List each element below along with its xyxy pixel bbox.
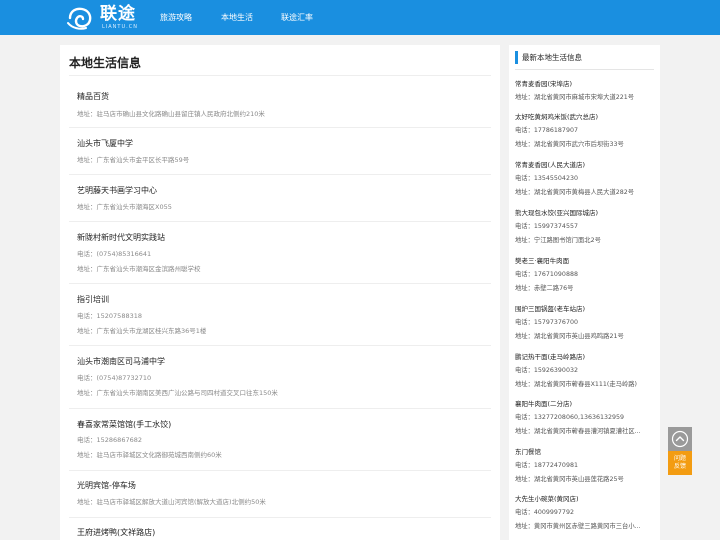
list-item[interactable]: 王府进烤鸭(文祥路店)	[69, 518, 491, 540]
sidebar-divider	[515, 69, 654, 70]
nav-exchange-rate[interactable]: 联途汇率	[281, 0, 313, 35]
sidebar-item-name[interactable]: 常青麦香园(宋埠店)	[515, 78, 572, 88]
sidebar-item-name[interactable]: 东门餐馆	[515, 446, 541, 456]
sidebar-item-phone: 电话：15926390032	[515, 367, 578, 374]
feedback-label-2: 反馈	[673, 463, 686, 470]
sidebar-item-address: 地址：湖北省黄冈市麻城市宋埠大道221号	[515, 94, 635, 101]
item-name[interactable]: 汕头市飞厦中学	[77, 138, 133, 149]
sidebar-item-phone: 电话：4009997792	[515, 509, 574, 516]
feedback-label-1: 问题	[673, 455, 686, 462]
sidebar-item-address: 地址：湖北省黄冈市蕲春县X111(走马岭路)	[515, 381, 637, 388]
sidebar-item-phone: 电话：15997374557	[515, 223, 578, 230]
list-item[interactable]: 汕头市飞厦中学 地址：广东省汕头市金平区长平路59号	[69, 128, 491, 175]
item-name[interactable]: 春喜家常菜馆馆(手工水饺)	[77, 419, 171, 430]
sidebar-item-phone: 电话：18772470981	[515, 462, 578, 469]
sidebar-item-name[interactable]: 鹏记热干面(走马岭路店)	[515, 351, 585, 361]
item-name[interactable]: 王府进烤鸭(文祥路店)	[77, 527, 155, 538]
list-item[interactable]: 新陇村新时代文明实践站 电话：(0754)85316641 地址：广东省汕头市潮…	[69, 222, 491, 284]
sidebar-item-address: 地址：湖北省黄冈市武穴市后坝街33号	[515, 141, 624, 148]
title-divider	[69, 75, 491, 76]
item-phone: 电话：15286867682	[77, 436, 142, 444]
sidebar-item-name[interactable]: 太好吃黄焖鸡米饭(武穴总店)	[515, 111, 598, 121]
page-title: 本地生活信息	[69, 56, 142, 70]
list-item[interactable]: 艺明藤天书画学习中心 地址：广东省汕头市潮海区X055	[69, 175, 491, 222]
list-item[interactable]: 汕头市潮南区司马浦中学 电话：(0754)87732710 地址：广东省汕头市潮…	[69, 346, 491, 409]
list-item[interactable]: 光明宾馆-停车场 地址：驻马店市驿城区解放大道山河宾馆(解放大道店)北侧约50米	[69, 471, 491, 518]
item-name[interactable]: 新陇村新时代文明实践站	[77, 232, 165, 243]
top-nav-bar: 联途 LIANTU.CN 旅游攻略 本地生活 联途汇率	[0, 0, 720, 35]
logo-swirl-icon	[67, 7, 92, 30]
nav-local-life[interactable]: 本地生活	[221, 0, 253, 35]
sidebar-item-name[interactable]: 襄阳牛肉面(二分店)	[515, 398, 572, 408]
list-item[interactable]: 春喜家常菜馆馆(手工水饺) 电话：15286867682 地址：驻马店市驿城区文…	[69, 409, 491, 471]
sidebar-item-phone: 电话：13545504230	[515, 175, 578, 182]
item-address: 地址：广东省汕头市潮南区美西广汕公路与司四村道交叉口往东150米	[77, 389, 278, 397]
item-name[interactable]: 艺明藤天书画学习中心	[77, 185, 157, 196]
sidebar-item-name[interactable]: 大先生小碗菜(黄冈店)	[515, 493, 579, 503]
list-item[interactable]: 指引培训 电话：15207588318 地址：广东省汕头市龙湖区桂兴东路36号1…	[69, 284, 491, 346]
logo-text: 联途	[100, 4, 136, 24]
site-logo[interactable]: 联途 LIANTU.CN	[66, 4, 138, 32]
sidebar-item-phone: 电话：17786187907	[515, 127, 578, 134]
sidebar-item-address: 地址：湖北省黄冈市黄梅县人民大道282号	[515, 189, 635, 196]
back-to-top-button[interactable]	[668, 427, 692, 451]
sidebar-item-address: 地址：黄冈市黄州区赤壁三路黄冈市三台小...	[515, 523, 641, 530]
feedback-button[interactable]: 问题 反馈	[668, 451, 692, 475]
sidebar-item-address: 地址：湖北省黄冈市英山县莲花路25号	[515, 476, 624, 483]
item-address: 地址：驻马店市驿城区解放大道山河宾馆(解放大道店)北侧约50米	[77, 498, 266, 506]
sidebar-item-name[interactable]: 常青麦香园(人民大道店)	[515, 159, 585, 169]
sidebar-item-phone: 电话：17671090888	[515, 271, 578, 278]
item-phone: 电话：15207588318	[77, 312, 142, 320]
sidebar-latest: 最新本地生活信息 常青麦香园(宋埠店) 地址：湖北省黄冈市麻城市宋埠大道221号…	[509, 45, 660, 540]
logo-subtext: LIANTU.CN	[102, 24, 138, 30]
main-content-panel: 本地生活信息 精品百货 地址：驻马店市确山县文化路确山县留庄镇人民政府北侧约21…	[60, 45, 500, 540]
nav-travel-guide[interactable]: 旅游攻略	[160, 0, 192, 35]
sidebar-item-address: 地址：湖北省黄冈市英山县鸡鸣路21号	[515, 333, 624, 340]
item-name[interactable]: 指引培训	[77, 294, 109, 305]
item-address: 地址：广东省汕头市金平区长平路59号	[77, 156, 190, 164]
item-address: 地址：驻马店市确山县文化路确山县留庄镇人民政府北侧约210米	[77, 110, 265, 118]
arrow-up-icon	[671, 430, 689, 448]
item-address: 地址：广东省汕头市潮海区金滨路州聪学校	[77, 265, 201, 273]
sidebar-item-phone: 电话：13277208060,13636132959	[515, 414, 625, 421]
sidebar-item-phone: 电话：15797376700	[515, 319, 578, 326]
sidebar-item-name[interactable]: 围炉三国锅盔(老车站店)	[515, 303, 585, 313]
item-phone: 电话：(0754)85316641	[77, 250, 152, 258]
item-name[interactable]: 光明宾馆-停车场	[77, 480, 136, 491]
list-item[interactable]: 精品百货 地址：驻马店市确山县文化路确山县留庄镇人民政府北侧约210米	[69, 82, 491, 128]
item-address: 地址：广东省汕头市龙湖区桂兴东路36号1楼	[77, 327, 207, 335]
sidebar-item-address: 地址：湖北省黄冈市蕲春县漕河镇夏漕社区...	[515, 428, 641, 435]
sidebar-title: 最新本地生活信息	[515, 51, 582, 64]
item-address: 地址：驻马店市驿城区文化路御苑城西南侧约60米	[77, 451, 222, 459]
sidebar-item-name[interactable]: 樊老三·襄阳牛肉面	[515, 255, 569, 265]
item-name[interactable]: 汕头市潮南区司马浦中学	[77, 356, 165, 367]
sidebar-item-address: 地址：赤壁二路76号	[515, 285, 574, 292]
item-name[interactable]: 精品百货	[77, 91, 109, 102]
item-phone: 电话：(0754)87732710	[77, 374, 152, 382]
item-address: 地址：广东省汕头市潮海区X055	[77, 203, 172, 211]
sidebar-item-address: 地址：宁江路图书馆门面北2号	[515, 237, 601, 244]
sidebar-item-name[interactable]: 熊大现包水饺(亚兴国际城店)	[515, 207, 598, 217]
